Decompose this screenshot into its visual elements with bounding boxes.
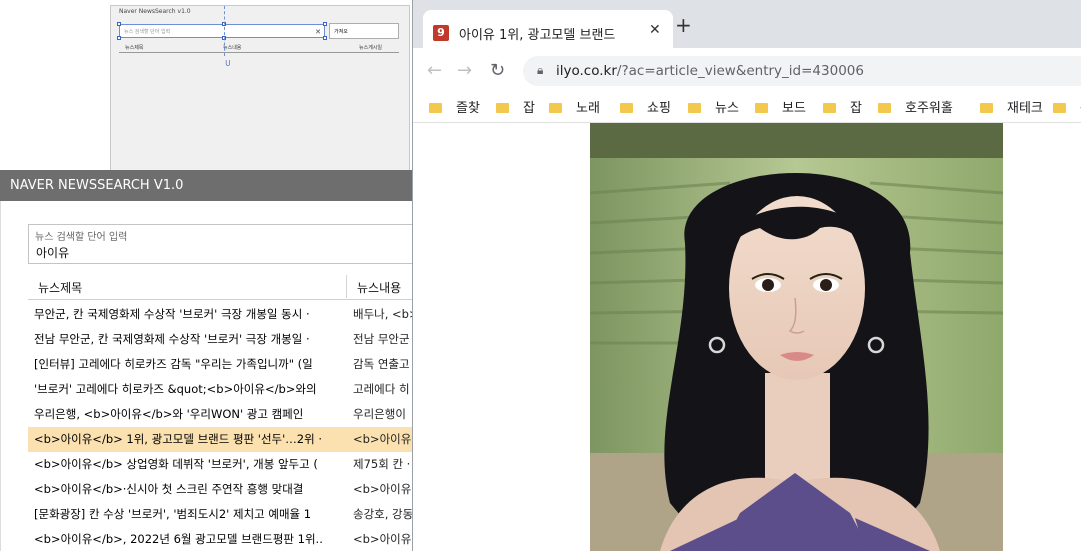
- news-title-cell: <b>아이유</b>·신시아 첫 스크린 주연작 흥행 맞대결: [34, 482, 304, 496]
- bookmark-folder[interactable]: 보드: [755, 97, 806, 116]
- tab-close-icon[interactable]: ✕: [649, 22, 661, 38]
- bookmark-folder[interactable]: 호주워홀: [878, 97, 953, 116]
- browser-tab-active[interactable]: 9 아이유 1위, 광고모델 브랜드 ✕: [423, 10, 673, 48]
- column-header-content[interactable]: 뉴스내용: [357, 279, 401, 296]
- bookmark-label: 재테크: [1007, 101, 1043, 116]
- folder-icon: [549, 103, 562, 113]
- new-tab-button[interactable]: +: [675, 15, 692, 35]
- search-input[interactable]: 뉴스 검색할 단어 입력 아이유: [28, 224, 428, 264]
- resize-handle[interactable]: [117, 22, 121, 26]
- reload-icon[interactable]: ↻: [490, 60, 505, 81]
- portrait-illustration: [590, 123, 1003, 551]
- news-title-cell: '브로커' 고레에다 히로카즈 &quot;<b>아이유</b>와의: [34, 382, 317, 396]
- news-row[interactable]: 전남 무안군, 칸 국제영화제 수상작 '브로커' 극장 개봉일 · 전남 무안군: [28, 327, 428, 352]
- bookmark-label: 잡: [850, 101, 862, 116]
- folder-icon: [620, 103, 633, 113]
- designer-clear-icon: ✕: [315, 28, 321, 36]
- forward-arrow-icon[interactable]: →: [457, 60, 472, 81]
- designer-form-preview[interactable]: Naver NewsSearch v1.0 뉴스 검색할 단어 입력 ✕ 가져오…: [110, 5, 410, 179]
- news-row[interactable]: '브로커' 고레에다 히로카즈 &quot;<b>아이유</b>와의 고레에다 히: [28, 377, 428, 402]
- app-titlebar[interactable]: NAVER NEWSSEARCH V1.0: [0, 170, 414, 201]
- site-favicon-icon: 9: [433, 25, 449, 41]
- news-title-cell: <b>아이유</b> 상업영화 데뷔작 '브로커', 개봉 앞두고 (: [34, 457, 318, 471]
- bookmark-label: 뉴스: [715, 101, 739, 116]
- designer-col-title: 뉴스제목: [125, 45, 144, 51]
- news-row[interactable]: 무안군, 칸 국제영화제 수상작 '브로커' 극장 개봉일 동시 · 배두나, <…: [28, 302, 428, 327]
- bookmark-folder[interactable]: 잡: [496, 97, 535, 116]
- folder-icon: [688, 103, 701, 113]
- bookmark-folder[interactable]: 쇼핑: [620, 97, 671, 116]
- bookmark-folder[interactable]: 잡: [823, 97, 862, 116]
- folder-icon: [496, 103, 509, 113]
- folder-icon: [1053, 103, 1066, 113]
- bookmark-folder[interactable]: 재테크: [980, 97, 1043, 116]
- folder-icon: [980, 103, 993, 113]
- bookmark-folder[interactable]: 노래: [549, 97, 600, 116]
- anchor-icon: ⊃: [221, 59, 232, 67]
- designer-form-title: Naver NewsSearch v1.0: [119, 8, 191, 15]
- bookmark-label: 쇼핑: [647, 101, 671, 116]
- bookmark-label: 노래: [576, 101, 600, 116]
- bookmark-label: 보드: [782, 101, 806, 116]
- news-row[interactable]: [인터뷰] 고레에다 히로카즈 감독 "우리는 가족입니까" (일 감독 연출고: [28, 352, 428, 377]
- folder-icon: [878, 103, 891, 113]
- lock-icon[interactable]: 🔒︎: [537, 63, 543, 78]
- naver-newssearch-window: NAVER NEWSSEARCH V1.0 뉴스 검색할 단어 입력 아이유 뉴…: [0, 170, 428, 551]
- folder-icon: [823, 103, 836, 113]
- table-header: 뉴스제목 뉴스내용: [28, 275, 428, 300]
- bookmark-folder[interactable]: 뉴스: [688, 97, 739, 116]
- news-row[interactable]: 우리은행, <b>아이유</b>와 '우리WON' 광고 캠페인 우리은행이: [28, 402, 428, 427]
- bookmark-folder[interactable]: 즐찾: [429, 97, 480, 116]
- news-title-cell: [인터뷰] 고레에다 히로카즈 감독 "우리는 가족입니까" (일: [34, 357, 313, 371]
- back-arrow-icon[interactable]: ←: [427, 60, 442, 81]
- folder-icon: [755, 103, 768, 113]
- folder-icon: [429, 103, 442, 113]
- browser-toolbar: ← → ↻ 🔒︎ ilyo.co.kr/?ac=article_view&ent…: [413, 48, 1081, 92]
- bookmark-folder[interactable]: 뭐: [1053, 97, 1081, 116]
- column-header-title[interactable]: 뉴스제목: [38, 279, 82, 296]
- bookmark-label: 즐찾: [456, 101, 480, 116]
- anchor-line: [224, 6, 226, 56]
- url-text[interactable]: ilyo.co.kr/?ac=article_view&entry_id=430…: [556, 63, 864, 79]
- bookmark-label: 호주워홀: [905, 101, 953, 116]
- news-row[interactable]: [문화광장] 칸 수상 '브로커', '범죄도시2' 제치고 예매율 1 송강호,…: [28, 502, 428, 527]
- resize-handle[interactable]: [323, 22, 327, 26]
- designer-fetch-button[interactable]: 가져오: [329, 23, 399, 39]
- tab-title: 아이유 1위, 광고모델 브랜드: [459, 28, 616, 43]
- news-title-cell: <b>아이유</b> 1위, 광고모델 브랜드 평판 '선두'…2위 ·: [34, 432, 322, 446]
- column-separator[interactable]: [346, 275, 347, 298]
- bookmarks-bar: 즐찾 잡 노래 쇼핑 뉴스 보드 잡 호주워홀 재테크 뭐: [413, 92, 1081, 123]
- news-row[interactable]: <b>아이유</b> 상업영화 데뷔작 '브로커', 개봉 앞두고 (제75회 …: [28, 452, 428, 477]
- search-value[interactable]: 아이유: [36, 244, 69, 261]
- designer-column-header: 뉴스제목 뉴스내용 뉴스게시일: [119, 44, 399, 53]
- news-row[interactable]: <b>아이유</b>·신시아 첫 스크린 주연작 흥행 맞대결 <b>아이유: [28, 477, 428, 502]
- designer-search-placeholder: 뉴스 검색할 단어 입력: [124, 29, 171, 35]
- tab-strip: 9 아이유 1위, 광고모델 브랜드 ✕ +: [413, 0, 1081, 48]
- search-label: 뉴스 검색할 단어 입력: [35, 232, 128, 243]
- resize-handle[interactable]: [117, 36, 121, 40]
- news-row[interactable]: <b>아이유</b> 1위, 광고모델 브랜드 평판 '선두'…2위 · <b>아…: [28, 427, 428, 452]
- news-title-cell: 우리은행, <b>아이유</b>와 '우리WON' 광고 캠페인: [34, 407, 304, 421]
- browser-window: 9 아이유 1위, 광고모델 브랜드 ✕ + ← → ↻ 🔒︎ ilyo.co.…: [412, 0, 1081, 551]
- news-list: 무안군, 칸 국제영화제 수상작 '브로커' 극장 개봉일 동시 · 배두나, <…: [28, 302, 428, 552]
- article-photo: [590, 123, 1003, 551]
- news-row[interactable]: <b>아이유</b>, 2022년 6월 광고모델 브랜드평판 1위.. <b>아…: [28, 527, 428, 552]
- news-title-cell: <b>아이유</b>, 2022년 6월 광고모델 브랜드평판 1위..: [34, 532, 323, 546]
- news-title-cell: 무안군, 칸 국제영화제 수상작 '브로커' 극장 개봉일 동시 ·: [34, 307, 310, 321]
- app-body: 뉴스 검색할 단어 입력 아이유 뉴스제목 뉴스내용 무안군, 칸 국제영화제 …: [0, 201, 428, 551]
- resize-handle[interactable]: [323, 36, 327, 40]
- news-title-cell: [문화광장] 칸 수상 '브로커', '범죄도시2' 제치고 예매율 1: [34, 507, 312, 521]
- news-title-cell: 전남 무안군, 칸 국제영화제 수상작 '브로커' 극장 개봉일 ·: [34, 332, 310, 346]
- bookmark-label: 잡: [523, 101, 535, 116]
- designer-col-extra: 뉴스게시일: [359, 45, 383, 51]
- designer-canvas: Naver NewsSearch v1.0 뉴스 검색할 단어 입력 ✕ 가져오…: [0, 0, 412, 180]
- address-bar[interactable]: 🔒︎ ilyo.co.kr/?ac=article_view&entry_id=…: [523, 56, 1081, 86]
- page-content: [413, 123, 1081, 551]
